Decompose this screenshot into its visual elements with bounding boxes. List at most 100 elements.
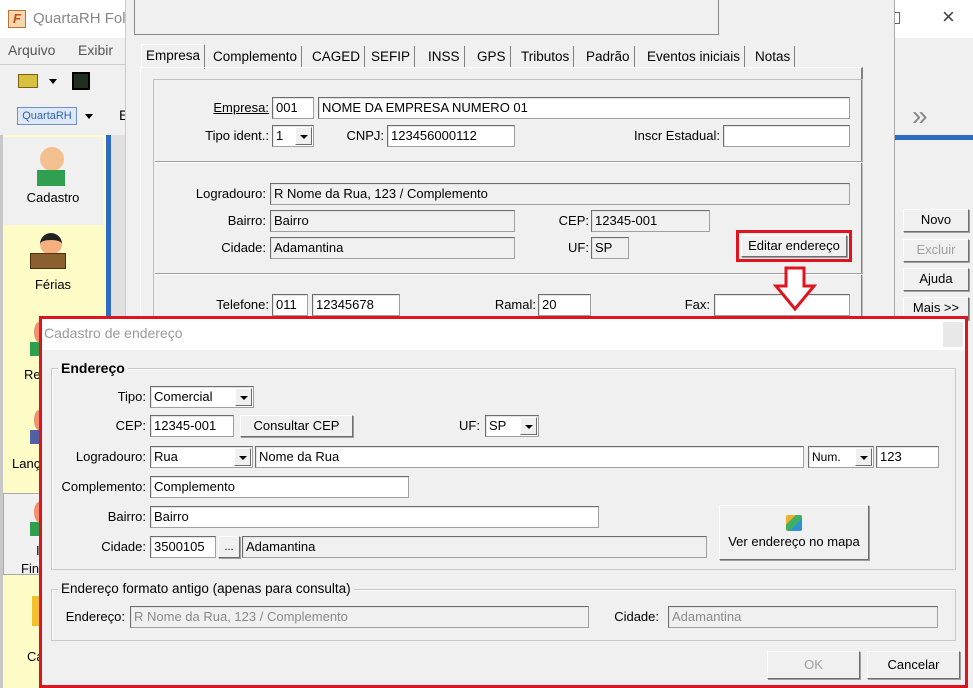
uf-select[interactable]: SP	[485, 415, 539, 437]
tab-gps[interactable]: GPS	[473, 46, 511, 68]
old-endereco-label: Endereço:	[65, 609, 125, 624]
empresa-code-input[interactable]: 001	[272, 97, 314, 119]
telefone-label: Telefone:	[216, 297, 269, 312]
inscr-estadual-label: Inscr Estadual:	[634, 128, 720, 143]
open-folder-icon[interactable]	[18, 74, 38, 88]
editar-endereco-button[interactable]: Editar endereço	[741, 235, 847, 257]
cep-label: CEP:	[115, 418, 146, 433]
group-title: Endereço	[58, 360, 128, 376]
dialog-title: Cadastro de endereço	[44, 325, 183, 341]
save-icon[interactable]	[72, 72, 90, 90]
cidade-label: Cidade:	[221, 240, 266, 255]
ddd-input[interactable]: 011	[272, 294, 308, 316]
tab-complemento[interactable]: Complemento	[209, 46, 303, 68]
num-tipo-value: Num.	[812, 450, 841, 464]
sidebar-item-ferias[interactable]: Férias	[3, 277, 103, 292]
ramal-input[interactable]: 20	[538, 294, 591, 316]
chevron-down-icon[interactable]	[520, 417, 537, 435]
tab-empresa[interactable]: Empresa	[141, 44, 206, 69]
blue-divider	[895, 135, 973, 140]
cnpj-label: CNPJ:	[346, 128, 384, 143]
tipo-select[interactable]: Comercial	[150, 386, 254, 408]
complemento-input[interactable]: Complemento	[150, 476, 409, 498]
nav-forward-icon[interactable]: »	[912, 100, 928, 132]
uf-label: UF:	[459, 418, 480, 433]
cidade-label: Cidade:	[101, 539, 146, 554]
toolbar-logo[interactable]: QuartaRH	[17, 107, 77, 125]
excluir-button[interactable]: Excluir	[903, 239, 969, 262]
cidade-field: Adamantina	[270, 237, 515, 259]
sidebar-item-label: Cadastro	[26, 190, 80, 205]
empresa-name-input[interactable]: NOME DA EMPRESA NUMERO 01	[318, 97, 850, 119]
logradouro-field: R Nome da Rua, 123 / Complemento	[270, 183, 850, 205]
complemento-label: Complemento:	[61, 479, 146, 494]
cidade-name-field: Adamantina	[242, 536, 707, 558]
divider	[155, 161, 863, 163]
cnpj-input[interactable]: 123456000112	[387, 125, 515, 147]
num-tipo-select[interactable]: Num.	[808, 446, 874, 468]
logradouro-tipo-value: Rua	[154, 449, 178, 464]
ver-mapa-label: Ver endereço no mapa	[728, 534, 860, 549]
logradouro-input[interactable]: Nome da Rua	[255, 446, 804, 468]
header-box	[134, 0, 719, 35]
logradouro-tipo-select[interactable]: Rua	[150, 446, 253, 468]
old-cidade-field: Adamantina	[668, 606, 938, 628]
close-icon[interactable]: ×	[942, 4, 955, 30]
empresa-label: Empresa:	[213, 100, 269, 115]
uf-value: SP	[489, 418, 507, 433]
tipo-ident-select[interactable]: 1	[272, 125, 314, 147]
person-suit-icon	[40, 147, 64, 171]
uf-field: SP	[591, 237, 629, 259]
chevron-down-icon[interactable]	[855, 448, 872, 466]
numero-input[interactable]: 123	[876, 446, 939, 468]
browse-cidade-button[interactable]: ...	[218, 536, 240, 558]
chevron-down-icon[interactable]	[49, 79, 57, 84]
ajuda-button[interactable]: Ajuda	[903, 268, 969, 291]
vacation-luggage-icon	[40, 233, 62, 255]
person-suit-icon	[37, 170, 65, 186]
telefone-input[interactable]: 12345678	[312, 294, 400, 316]
ramal-label: Ramal:	[494, 297, 536, 312]
tipo-ident-label: Tipo ident.:	[205, 128, 269, 143]
chevron-down-icon[interactable]	[85, 114, 93, 119]
sidebar-item-label: Fin	[21, 561, 40, 576]
fax-label: Fax:	[684, 297, 710, 312]
bairro-label: Bairro:	[107, 509, 146, 524]
cep-field: 12345-001	[591, 210, 710, 232]
ok-button[interactable]: OK	[767, 651, 860, 679]
bairro-field: Bairro	[270, 210, 515, 232]
tab-sefip[interactable]: SEFIP	[367, 46, 416, 68]
group-title: Endereço formato antigo (apenas para con…	[58, 581, 354, 597]
cep-label: CEP:	[558, 213, 589, 228]
tab-notas[interactable]: Notas	[751, 46, 796, 68]
logradouro-label: Logradouro:	[195, 186, 266, 201]
ver-mapa-button[interactable]: Ver endereço no mapa	[719, 505, 869, 560]
dialog-close-button[interactable]	[943, 322, 963, 347]
old-endereco-field: R Nome da Rua, 123 / Complemento	[130, 606, 589, 628]
tab-padrao[interactable]: Padrão	[582, 46, 635, 68]
chevron-down-icon[interactable]	[234, 448, 251, 466]
novo-button[interactable]: Novo	[903, 209, 969, 232]
bairro-label: Bairro:	[227, 213, 266, 228]
tab-caged[interactable]: CAGED	[308, 46, 366, 68]
uf-label: UF:	[568, 240, 589, 255]
cidade-code-input[interactable]: 3500105	[150, 536, 216, 558]
tab-inss[interactable]: INSS	[424, 46, 465, 68]
inscr-estadual-input[interactable]	[723, 125, 850, 147]
divider	[155, 273, 863, 275]
consultar-cep-button[interactable]: Consultar CEP	[240, 415, 353, 437]
cancelar-button[interactable]: Cancelar	[867, 651, 960, 679]
menu-exibir[interactable]: Exibir	[78, 42, 113, 58]
chevron-down-icon[interactable]	[295, 127, 312, 145]
vacation-luggage-icon	[30, 253, 66, 269]
main-window-title: QuartaRH Folh	[33, 10, 125, 27]
cep-input[interactable]: 12345-001	[150, 415, 234, 437]
tipo-value: Comercial	[154, 389, 213, 404]
menu-arquivo[interactable]: Arquivo	[8, 42, 55, 58]
tab-eventos-iniciais[interactable]: Eventos iniciais	[643, 46, 746, 68]
sidebar-item-lanc[interactable]: Lanç	[12, 456, 40, 471]
chevron-down-icon[interactable]	[235, 388, 252, 406]
tab-tributos[interactable]: Tributos	[517, 46, 575, 68]
bairro-input[interactable]: Bairro	[150, 506, 599, 528]
app-icon: F	[8, 10, 26, 28]
